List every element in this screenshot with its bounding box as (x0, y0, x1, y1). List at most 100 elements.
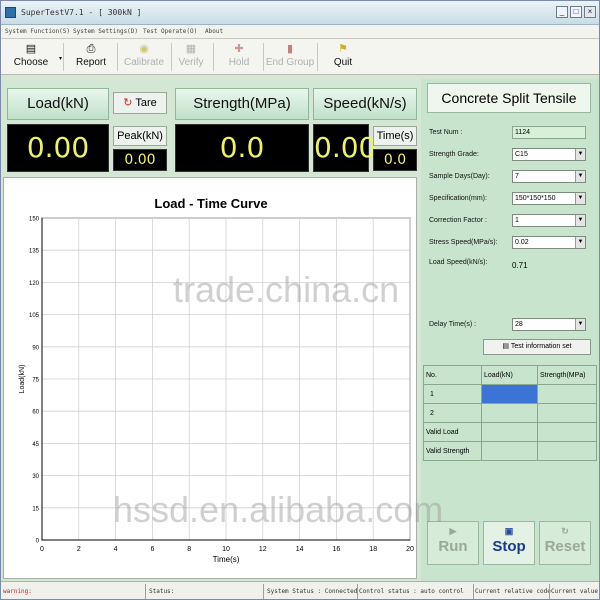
x-tick-label: 14 (296, 546, 304, 553)
stop-button[interactable]: ▣ Stop (483, 521, 535, 565)
verify-label: Verify (178, 57, 204, 68)
row-label: Valid Load (423, 422, 482, 442)
stop-icon: ▣ (504, 526, 514, 536)
sample-days-select[interactable]: 7 ▼ (512, 170, 586, 183)
test-num-field[interactable]: 1124 (512, 126, 586, 139)
x-tick-label: 4 (114, 546, 118, 553)
table-cell[interactable] (481, 403, 538, 423)
stress-speed-value: 0.02 (515, 239, 529, 246)
chevron-down-icon: ▼ (575, 149, 585, 160)
x-tick-label: 6 (150, 546, 154, 553)
status-bar: warning: Status: System Status : Connect… (1, 581, 599, 599)
calibrate-button[interactable]: ◉ Calibrate (119, 41, 169, 73)
left-panel: Load(kN) 0.00 ↻ Tare Peak(kN) 0.00 Stren… (1, 79, 421, 581)
table-row[interactable]: Valid Load (423, 422, 597, 442)
menu-about[interactable]: About (205, 28, 223, 35)
maximize-button[interactable]: □ (570, 6, 582, 18)
play-icon: ▶ (449, 526, 457, 536)
strength-grade-select[interactable]: C15 ▼ (512, 148, 586, 161)
test-information-button[interactable]: ▤ Test information set (483, 339, 591, 355)
chevron-down-icon: ▼ (575, 215, 585, 226)
table-row[interactable]: 2 (423, 403, 597, 423)
table-row[interactable]: 1 (423, 384, 597, 404)
table-cell[interactable] (537, 422, 597, 442)
chart-plot: 0 2 4 6 8 10 12 14 16 18 20 0 15 30 45 60 75 90 105 120 135 1… (19, 217, 414, 565)
run-button[interactable]: ▶ Run (427, 521, 479, 565)
specification-value: 150*150*150 (515, 195, 556, 202)
load-speed-label: Load Speed(kN/s): (429, 259, 488, 266)
reset-button[interactable]: ↻ Reset (539, 521, 591, 565)
correction-factor-label: Correction Factor : (429, 217, 487, 224)
control-status: Control status : auto control (359, 588, 464, 595)
quit-button[interactable]: ⚑ Quit (323, 41, 363, 73)
current-value-status: Current value (551, 588, 598, 595)
x-tick-label: 8 (187, 546, 191, 553)
window-title: SuperTestV7.1 - [ 300kN ] (21, 8, 142, 17)
table-cell[interactable] (537, 403, 597, 423)
table-row[interactable]: Valid Strength (423, 441, 597, 461)
table-cell[interactable] (537, 384, 597, 404)
close-button[interactable]: × (584, 6, 596, 18)
y-tick-label: 60 (32, 410, 39, 416)
correction-factor-select[interactable]: 1 ▼ (512, 214, 586, 227)
header-load: Load(kN) (481, 365, 538, 385)
table-cell[interactable] (481, 384, 538, 404)
menu-bar: System Function(S) System Settings(D) Te… (1, 25, 599, 39)
test-num-label: Test Num : (429, 129, 463, 136)
table-cell[interactable] (537, 441, 597, 461)
sample-days-value: 7 (515, 173, 519, 180)
speed-label: Speed(kN/s) (313, 88, 417, 120)
specification-select[interactable]: 150*150*150 ▼ (512, 192, 586, 205)
document-icon: ▤ (502, 343, 510, 350)
correction-factor-value: 1 (515, 217, 519, 224)
minimize-button[interactable]: _ (556, 6, 568, 18)
end-group-label: End Group (265, 57, 315, 68)
printer-icon: ⎙ (86, 43, 96, 55)
hold-button[interactable]: ✚ Hold (217, 41, 261, 73)
stress-speed-select[interactable]: 0.02 ▼ (512, 236, 586, 249)
menu-system-settings[interactable]: System Settings(D) (73, 28, 138, 35)
status-text: Status: (149, 588, 175, 595)
time-readout: 0.0 (373, 149, 417, 171)
choose-label: Choose (13, 57, 49, 68)
chevron-down-icon: ▼ (575, 319, 585, 330)
hold-label: Hold (228, 57, 250, 68)
load-speed-value: 0.71 (512, 261, 528, 270)
choose-icon: ▤ (25, 43, 37, 55)
verify-button[interactable]: ▦ Verify (171, 41, 211, 73)
choose-button[interactable]: ▤ Choose ▾ (7, 41, 62, 73)
chevron-down-icon: ▼ (575, 171, 585, 182)
delay-time-value: 28 (515, 321, 523, 328)
report-label: Report (75, 57, 106, 68)
x-tick-label: 16 (333, 546, 341, 553)
end-group-button[interactable]: ▮ End Group (265, 41, 315, 73)
strength-readout: 0.0 (175, 124, 309, 172)
delay-time-select[interactable]: 28 ▼ (512, 318, 586, 331)
refresh-icon: ↻ (123, 97, 133, 109)
end-group-icon: ▮ (286, 43, 294, 55)
app-icon (5, 7, 16, 18)
tare-button[interactable]: ↻ Tare (113, 92, 167, 114)
toolbar: ▤ Choose ▾ ⎙ Report ◉ Calibrate ▦ Verify… (1, 39, 599, 75)
x-tick-label: 0 (40, 546, 44, 553)
menu-test-operate[interactable]: Test Operate(O) (143, 28, 197, 35)
panel-title: Concrete Split Tensile (427, 83, 591, 113)
chevron-down-icon: ▼ (575, 193, 585, 204)
table-cell[interactable] (481, 441, 538, 461)
report-button[interactable]: ⎙ Report (67, 41, 115, 73)
menu-system-function[interactable]: System Function(S) (5, 28, 70, 35)
y-tick-label: 75 (32, 378, 39, 384)
y-tick-label: 15 (32, 506, 39, 512)
calibrate-icon: ◉ (139, 43, 149, 55)
time-label: Time(s) (373, 126, 417, 146)
verify-icon: ▦ (185, 43, 197, 55)
row-label: 1 (423, 384, 482, 404)
load-readout: 0.00 (7, 124, 109, 172)
delay-time-label: Delay Time(s) : (429, 321, 477, 328)
chevron-down-icon[interactable]: ▾ (59, 55, 62, 62)
table-cell[interactable] (481, 422, 538, 442)
y-tick-label: 45 (32, 442, 39, 448)
x-axis-label: Time(s) (213, 555, 240, 564)
y-axis-label: Load(kN) (19, 365, 26, 394)
specification-label: Specification(mm): (429, 195, 487, 202)
